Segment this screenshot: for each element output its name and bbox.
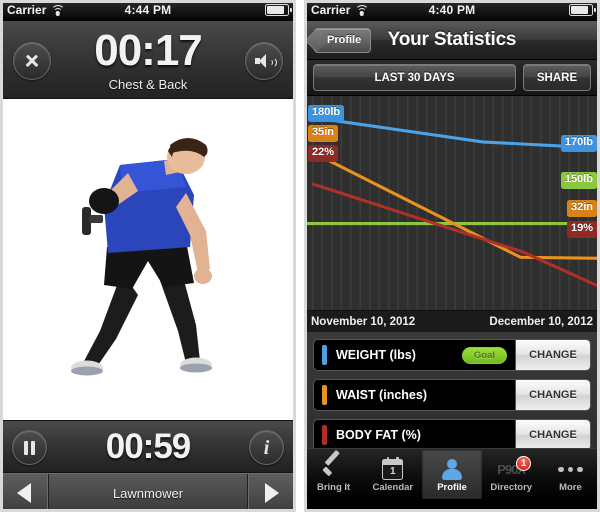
chart-label-bodyfat-end: 19% <box>566 221 597 238</box>
status-bar-right-group-2 <box>569 4 596 16</box>
range-selector-button[interactable]: LAST 30 DAYS <box>313 64 516 91</box>
exercise-demo-figure <box>71 137 212 375</box>
workout-player-screen: Carrier 4:44 PM 00:17 Chest & Back 00:59… <box>0 0 296 512</box>
tab-bring-it[interactable]: Bring It <box>304 449 363 499</box>
chart-label-waist-start: 35in <box>308 125 339 142</box>
info-icon: i <box>263 436 270 459</box>
chart-label-weight-end: 170lb <box>560 135 597 152</box>
ellipsis-icon <box>558 456 583 480</box>
table-row[interactable]: WEIGHT (lbs) Goal CHANGE <box>313 339 591 371</box>
previous-exercise-button[interactable] <box>0 474 49 512</box>
tab-calendar[interactable]: 1 Calendar <box>363 449 422 499</box>
person-icon <box>441 456 463 480</box>
chart-label-waist-end: 32in <box>566 200 597 217</box>
status-bar-left: Carrier 4:44 PM <box>0 0 296 21</box>
back-button-profile[interactable]: Profile <box>314 27 372 53</box>
chart-end-date: December 10, 2012 <box>489 315 593 328</box>
close-x-icon <box>25 54 40 69</box>
status-bar-right: Carrier 4:40 PM <box>304 0 600 21</box>
tab-label: Profile <box>437 481 467 493</box>
change-button-weight[interactable]: CHANGE <box>515 340 590 370</box>
chart-label-bodyfat-start: 22% <box>308 145 339 162</box>
status-badge: Goal <box>461 346 507 364</box>
status-bar-clock: 4:44 PM <box>124 3 172 17</box>
status-bar-clock-2: 4:40 PM <box>428 3 476 17</box>
table-row[interactable]: BODY FAT (%) CHANGE <box>313 419 591 451</box>
tab-profile[interactable]: Profile <box>422 449 482 499</box>
metric-label: BODY FAT (%) <box>336 428 421 442</box>
workout-countdown: 00:17 <box>94 25 203 75</box>
share-button[interactable]: SHARE <box>523 64 591 91</box>
series-line-waist <box>311 150 600 260</box>
metrics-list: WEIGHT (lbs) Goal CHANGE WAIST (inches) … <box>304 332 600 451</box>
exercise-video-area[interactable] <box>0 99 296 420</box>
pause-icon <box>23 440 36 455</box>
tab-bar: Bring It 1 Calendar Profile P90X 1 Direc… <box>304 448 600 499</box>
workout-header: 00:17 Chest & Back <box>0 21 296 99</box>
next-exercise-button[interactable] <box>247 474 296 512</box>
interval-countdown: 00:59 <box>105 426 192 466</box>
exercise-name: Lawnmower <box>112 485 184 501</box>
chart-lines <box>304 115 600 289</box>
chart-label-weight-start: 180lb <box>308 105 345 122</box>
metric-label: WEIGHT (lbs) <box>336 348 416 362</box>
status-bar-right-group <box>265 4 292 16</box>
tab-label: Directory <box>490 481 533 493</box>
previous-arrow-icon <box>17 483 31 503</box>
chart-date-range: November 10, 2012 December 10, 2012 <box>304 310 600 332</box>
statistics-chart[interactable]: 180lb 170lb 150lb 35in 32in 22% 19% Nove… <box>304 96 600 332</box>
back-button-label: Profile <box>327 34 362 46</box>
notification-badge: 1 <box>516 455 532 471</box>
navigation-bar: Profile Your Statistics <box>304 21 600 60</box>
change-button-waist[interactable]: CHANGE <box>515 380 590 410</box>
tab-directory[interactable]: P90X 1 Directory <box>482 449 541 499</box>
exercise-nav-bar: Lawnmower <box>0 473 296 512</box>
speaker-volume-icon <box>254 53 277 69</box>
calendar-icon: 1 <box>382 456 404 480</box>
interval-timer-bar: 00:59 i <box>0 420 296 473</box>
tab-label: Calendar <box>372 481 414 493</box>
battery-icon <box>569 4 596 16</box>
pause-button[interactable] <box>12 430 47 465</box>
tab-more[interactable]: More <box>541 449 600 499</box>
statistics-screen: Carrier 4:40 PM Profile Your Statistics … <box>304 0 600 512</box>
workout-timer-block: 00:17 Chest & Back <box>94 25 203 92</box>
change-button-bodyfat[interactable]: CHANGE <box>515 420 590 450</box>
battery-icon <box>265 4 292 16</box>
screenshot-stage: Carrier 4:44 PM 00:17 Chest & Back 00:59… <box>0 0 600 512</box>
p90x-logo-icon: P90X 1 <box>493 455 532 480</box>
series-line-bodyfat <box>311 182 600 289</box>
chart-label-goal-end: 150lb <box>560 172 597 189</box>
close-button[interactable] <box>13 42 51 80</box>
chart-start-date: November 10, 2012 <box>311 315 416 328</box>
info-button[interactable]: i <box>249 430 284 465</box>
workout-name: Chest & Back <box>108 76 188 92</box>
metric-label: WAIST (inches) <box>336 388 427 402</box>
checkmark-icon <box>321 456 346 480</box>
chart-controls: LAST 30 DAYS SHARE <box>304 60 600 96</box>
calendar-day-number: 1 <box>390 465 396 477</box>
next-arrow-icon <box>265 483 279 503</box>
volume-button[interactable] <box>245 42 283 80</box>
tab-label: Bring It <box>316 481 351 493</box>
table-row[interactable]: WAIST (inches) CHANGE <box>313 379 591 411</box>
series-line-weight <box>311 115 600 150</box>
tab-label: More <box>559 481 582 493</box>
